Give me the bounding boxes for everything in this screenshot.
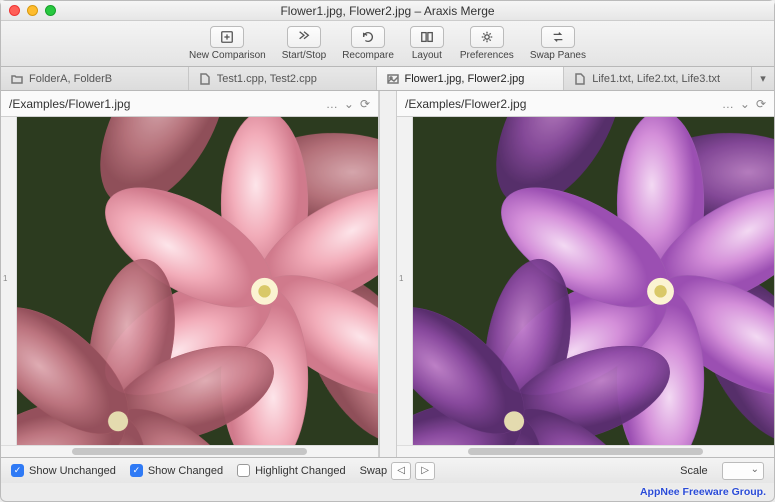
gear-icon (470, 26, 504, 48)
right-hscrollbar[interactable] (397, 445, 774, 457)
new-comparison-icon (210, 26, 244, 48)
tab-label: Test1.cpp, Test2.cpp (217, 73, 317, 85)
folder-icon (11, 73, 23, 85)
scale-dropdown[interactable] (722, 462, 764, 480)
swap-panes-icon (541, 26, 575, 48)
tab-flowers[interactable]: Flower1.jpg, Flower2.jpg (377, 67, 565, 90)
maximize-window-button[interactable] (45, 5, 56, 16)
pane-divider[interactable] (379, 91, 397, 457)
left-pane: /Examples/Flower1.jpg … ⌄ ⟳ 1 (1, 91, 379, 457)
recompare-icon (351, 26, 385, 48)
scale-label: Scale (680, 465, 708, 477)
path-refresh-button[interactable]: ⟳ (360, 97, 370, 111)
new-comparison-button[interactable]: New Comparison (183, 24, 272, 63)
left-image[interactable] (17, 117, 378, 445)
comparison-area: /Examples/Flower1.jpg … ⌄ ⟳ 1 (1, 91, 774, 457)
checkbox-icon (130, 464, 143, 477)
layout-button[interactable]: Layout (404, 24, 450, 63)
left-pathbar: /Examples/Flower1.jpg … ⌄ ⟳ (1, 91, 378, 117)
checkbox-icon (237, 464, 250, 477)
tabbar: FolderA, FolderB Test1.cpp, Test2.cpp Fl… (1, 67, 774, 91)
start-stop-button[interactable]: Start/Stop (276, 24, 332, 63)
traffic-lights (9, 5, 56, 16)
tab-label: Flower1.jpg, Flower2.jpg (405, 73, 525, 85)
layout-icon (410, 26, 444, 48)
path-chevron-down-icon[interactable]: ⌄ (740, 97, 750, 111)
swap-group: Swap ◁ ▷ (360, 462, 436, 480)
tab-tests[interactable]: Test1.cpp, Test2.cpp (189, 67, 377, 90)
window-title: Flower1.jpg, Flower2.jpg – Araxis Merge (1, 4, 774, 18)
preferences-button[interactable]: Preferences (454, 24, 520, 63)
toolbar: New Comparison Start/Stop Recompare Layo… (1, 21, 774, 67)
left-path: /Examples/Flower1.jpg (9, 97, 130, 111)
path-more-button[interactable]: … (722, 97, 734, 111)
right-pathbar: /Examples/Flower2.jpg … ⌄ ⟳ (397, 91, 774, 117)
swap-left-button[interactable]: ◁ (391, 462, 411, 480)
left-hscrollbar[interactable] (1, 445, 378, 457)
file-icon (574, 73, 586, 85)
show-unchanged-checkbox[interactable]: Show Unchanged (11, 464, 116, 477)
footer: Show Unchanged Show Changed Highlight Ch… (1, 457, 774, 483)
close-window-button[interactable] (9, 5, 20, 16)
path-chevron-down-icon[interactable]: ⌄ (344, 97, 354, 111)
swap-label: Swap (360, 465, 388, 477)
checkbox-icon (11, 464, 24, 477)
recompare-button[interactable]: Recompare (336, 24, 400, 63)
show-changed-checkbox[interactable]: Show Changed (130, 464, 223, 477)
left-ruler: 1 (1, 117, 17, 445)
tab-label: FolderA, FolderB (29, 73, 112, 85)
path-more-button[interactable]: … (326, 97, 338, 111)
right-path: /Examples/Flower2.jpg (405, 97, 526, 111)
tab-folders[interactable]: FolderA, FolderB (1, 67, 189, 90)
swap-right-button[interactable]: ▷ (415, 462, 435, 480)
watermark: AppNee Freeware Group. (640, 486, 766, 498)
right-ruler: 1 (397, 117, 413, 445)
path-refresh-button[interactable]: ⟳ (756, 97, 766, 111)
tab-life[interactable]: Life1.txt, Life2.txt, Life3.txt (564, 67, 752, 90)
right-pane: /Examples/Flower2.jpg … ⌄ ⟳ 1 (397, 91, 774, 457)
swap-panes-button[interactable]: Swap Panes (524, 24, 592, 63)
titlebar: Flower1.jpg, Flower2.jpg – Araxis Merge (1, 1, 774, 21)
highlight-changed-checkbox[interactable]: Highlight Changed (237, 464, 346, 477)
tab-label: Life1.txt, Life2.txt, Life3.txt (592, 73, 720, 85)
right-image[interactable] (413, 117, 774, 445)
minimize-window-button[interactable] (27, 5, 38, 16)
image-icon (387, 73, 399, 85)
file-icon (199, 73, 211, 85)
start-stop-icon (287, 26, 321, 48)
tab-overflow-button[interactable]: ▾ (752, 67, 774, 90)
